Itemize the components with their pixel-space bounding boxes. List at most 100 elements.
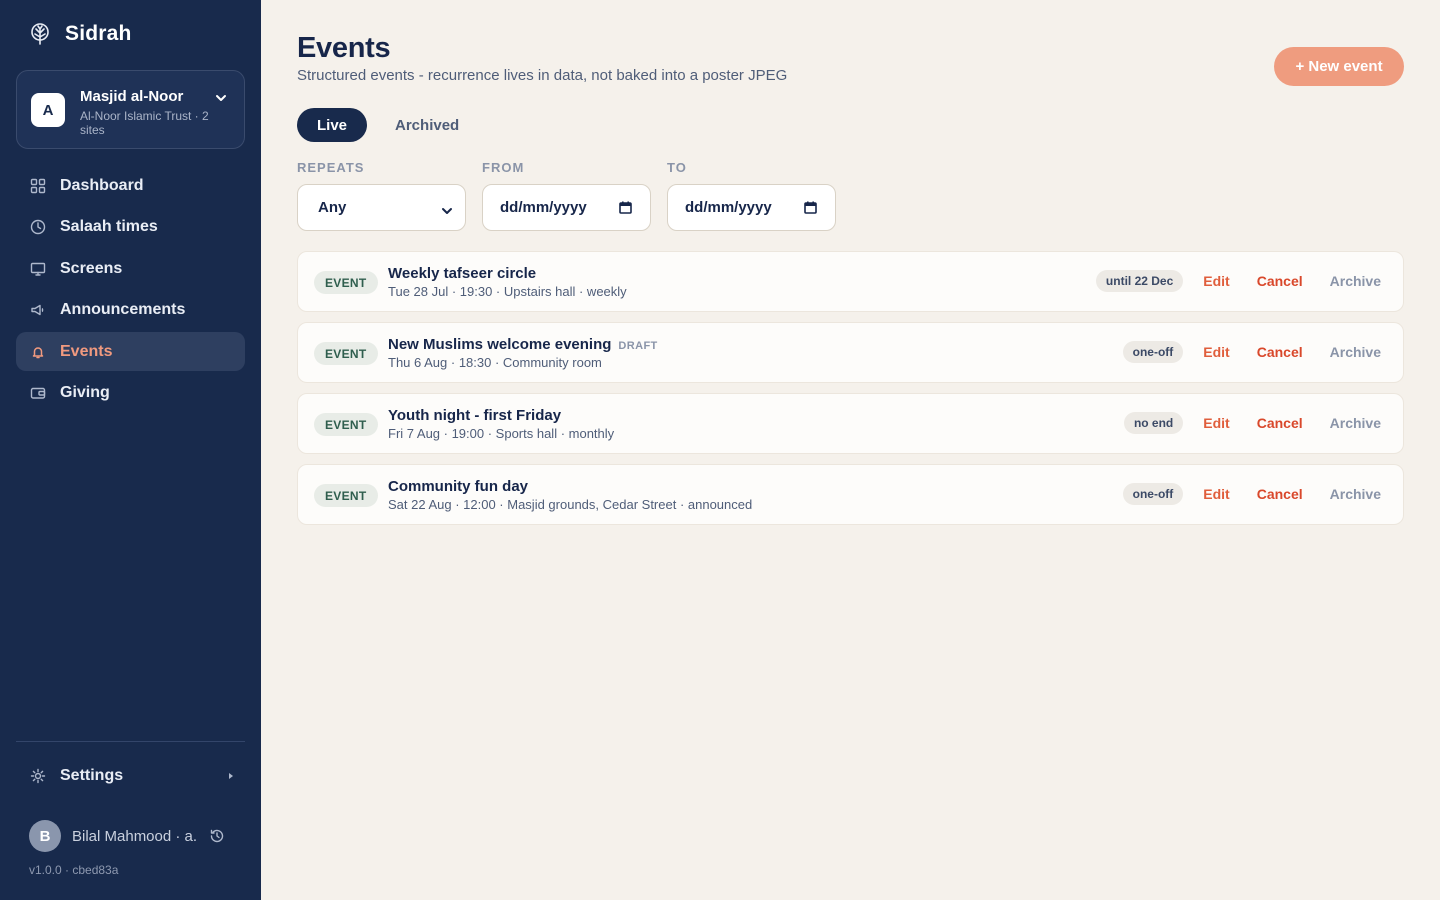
grid-icon bbox=[30, 178, 46, 194]
sidebar-divider bbox=[16, 741, 245, 742]
event-actions: one-off Edit Cancel Archive bbox=[1122, 483, 1381, 505]
cancel-event-button[interactable]: Cancel bbox=[1257, 273, 1303, 289]
event-title-text: Weekly tafseer circle bbox=[388, 265, 537, 282]
event-type-badge: EVENT bbox=[314, 413, 378, 436]
tree-logo-icon bbox=[29, 23, 51, 45]
user-name: Bilal Mahmood · a... bbox=[72, 827, 197, 845]
sidebar-item-announcements[interactable]: Announcements bbox=[16, 291, 245, 330]
org-switcher[interactable]: A Masjid al-Noor Al-Noor Islamic Trust ·… bbox=[16, 70, 245, 149]
edit-button[interactable]: Edit bbox=[1203, 273, 1229, 289]
org-name: Masjid al-Noor bbox=[80, 88, 184, 105]
org-avatar: A bbox=[31, 93, 65, 127]
megaphone-icon bbox=[30, 302, 46, 318]
filter-repeats: REPEATS Any bbox=[297, 160, 466, 231]
sidebar-item-label: Giving bbox=[60, 384, 110, 402]
filter-label: TO bbox=[667, 160, 687, 175]
cancel-event-button[interactable]: Cancel bbox=[1257, 344, 1303, 360]
event-title: Youth night - first Friday bbox=[388, 407, 561, 424]
filters: REPEATS Any FROM dd/mm/yyyy TO dd/mm/yyy… bbox=[297, 160, 836, 231]
monitor-icon bbox=[30, 261, 46, 277]
event-title-text: Community fun day bbox=[388, 478, 529, 495]
settings-label: Settings bbox=[60, 767, 124, 784]
edit-button[interactable]: Edit bbox=[1203, 415, 1229, 431]
recurrence-badge: until 22 Dec bbox=[1095, 270, 1184, 292]
sidebar: Sidrah A Masjid al-Noor Al-Noor Islamic … bbox=[0, 0, 261, 900]
sidebar-item-label: Salaah times bbox=[60, 218, 158, 236]
event-title-text: Youth night - first Friday bbox=[388, 407, 562, 424]
event-meta: Sat 22 Aug · 12:00 · Masjid grounds, Ced… bbox=[388, 497, 753, 512]
sidebar-item-events[interactable]: Events bbox=[16, 332, 245, 372]
page-title: Events bbox=[297, 32, 391, 64]
event-meta: Fri 7 Aug · 19:00 · Sports hall · monthl… bbox=[388, 426, 615, 441]
sidebar-item-label: Announcements bbox=[60, 301, 186, 319]
page-subtitle: Structured events - recurrence lives in … bbox=[297, 67, 788, 84]
from-date-input[interactable]: dd/mm/yyyy bbox=[482, 184, 651, 231]
tab-archived[interactable]: Archived bbox=[375, 108, 479, 142]
list-item[interactable]: EVENT New Muslims welcome evening DRAFT T… bbox=[297, 322, 1404, 383]
brand[interactable]: Sidrah bbox=[29, 22, 132, 46]
calendar-icon[interactable] bbox=[804, 201, 817, 214]
tabs: Live Archived bbox=[297, 108, 479, 142]
sidebar-item-settings[interactable]: Settings bbox=[16, 757, 245, 795]
app-version: v1.0.0 · cbed83a bbox=[29, 863, 119, 877]
edit-button[interactable]: Edit bbox=[1203, 344, 1229, 360]
main-content: Events Structured events - recurrence li… bbox=[261, 0, 1440, 900]
filter-label: FROM bbox=[482, 160, 525, 175]
event-actions: until 22 Dec Edit Cancel Archive bbox=[1095, 270, 1381, 292]
gear-icon bbox=[30, 768, 46, 784]
calendar-icon[interactable] bbox=[619, 201, 632, 214]
event-meta: Thu 6 Aug · 18:30 · Community room bbox=[388, 355, 602, 370]
event-type-badge: EVENT bbox=[314, 342, 378, 365]
to-date-value: dd/mm/yyyy bbox=[685, 199, 772, 216]
recurrence-badge: no end bbox=[1123, 412, 1184, 434]
list-item[interactable]: EVENT Community fun day Sat 22 Aug · 12:… bbox=[297, 464, 1404, 525]
repeats-value: Any bbox=[318, 199, 347, 216]
sidebar-item-label: Screens bbox=[60, 259, 123, 277]
edit-button[interactable]: Edit bbox=[1203, 486, 1229, 502]
sidebar-item-giving[interactable]: Giving bbox=[16, 374, 245, 413]
sidebar-item-salaah-times[interactable]: Salaah times bbox=[16, 208, 245, 247]
event-type-badge: EVENT bbox=[314, 271, 378, 294]
archive-button[interactable]: Archive bbox=[1330, 344, 1381, 360]
archive-button[interactable]: Archive bbox=[1330, 273, 1381, 289]
tab-live[interactable]: Live bbox=[297, 108, 368, 142]
app-name: Sidrah bbox=[65, 22, 132, 45]
history-icon[interactable] bbox=[209, 828, 225, 844]
filter-to: TO dd/mm/yyyy bbox=[667, 160, 836, 231]
sidebar-item-screens[interactable]: Screens bbox=[16, 249, 245, 288]
sidebar-item-dashboard[interactable]: Dashboard bbox=[16, 166, 245, 205]
draft-badge: DRAFT bbox=[618, 340, 658, 352]
repeats-select[interactable]: Any bbox=[297, 184, 466, 231]
filter-label: REPEATS bbox=[297, 160, 365, 175]
chevron-down-icon bbox=[441, 203, 453, 214]
event-title: New Muslims welcome evening DRAFT bbox=[388, 336, 658, 353]
list-item[interactable]: EVENT Youth night - first Friday Fri 7 A… bbox=[297, 393, 1404, 454]
clock-icon bbox=[30, 219, 46, 235]
avatar: B bbox=[29, 820, 61, 852]
caret-right-icon bbox=[229, 773, 233, 779]
to-date-input[interactable]: dd/mm/yyyy bbox=[667, 184, 836, 231]
event-type-badge: EVENT bbox=[314, 484, 378, 507]
cancel-event-button[interactable]: Cancel bbox=[1257, 415, 1303, 431]
event-title: Community fun day bbox=[388, 478, 528, 495]
event-actions: one-off Edit Cancel Archive bbox=[1122, 341, 1381, 363]
recurrence-badge: one-off bbox=[1122, 341, 1184, 363]
event-title-text: New Muslims welcome evening bbox=[388, 336, 612, 353]
event-actions: no end Edit Cancel Archive bbox=[1123, 412, 1381, 434]
sidebar-item-label: Dashboard bbox=[60, 176, 144, 194]
user-profile[interactable]: B Bilal Mahmood · a... bbox=[29, 820, 229, 852]
archive-button[interactable]: Archive bbox=[1330, 486, 1381, 502]
list-item[interactable]: EVENT Weekly tafseer circle Tue 28 Jul ·… bbox=[297, 251, 1404, 312]
sidebar-item-label: Events bbox=[60, 342, 113, 360]
cancel-event-button[interactable]: Cancel bbox=[1257, 486, 1303, 502]
from-date-value: dd/mm/yyyy bbox=[500, 199, 587, 216]
archive-button[interactable]: Archive bbox=[1330, 415, 1381, 431]
event-meta: Tue 28 Jul · 19:30 · Upstairs hall · wee… bbox=[388, 284, 627, 299]
new-event-button[interactable]: + New event bbox=[1274, 47, 1404, 86]
sidebar-nav: Dashboard Salaah times Screens Announcem… bbox=[16, 166, 245, 416]
wallet-icon bbox=[30, 385, 46, 401]
recurrence-badge: one-off bbox=[1122, 483, 1184, 505]
event-title: Weekly tafseer circle bbox=[388, 265, 536, 282]
org-subtitle: Al-Noor Islamic Trust · 2 sites bbox=[80, 109, 209, 137]
filter-from: FROM dd/mm/yyyy bbox=[482, 160, 651, 231]
